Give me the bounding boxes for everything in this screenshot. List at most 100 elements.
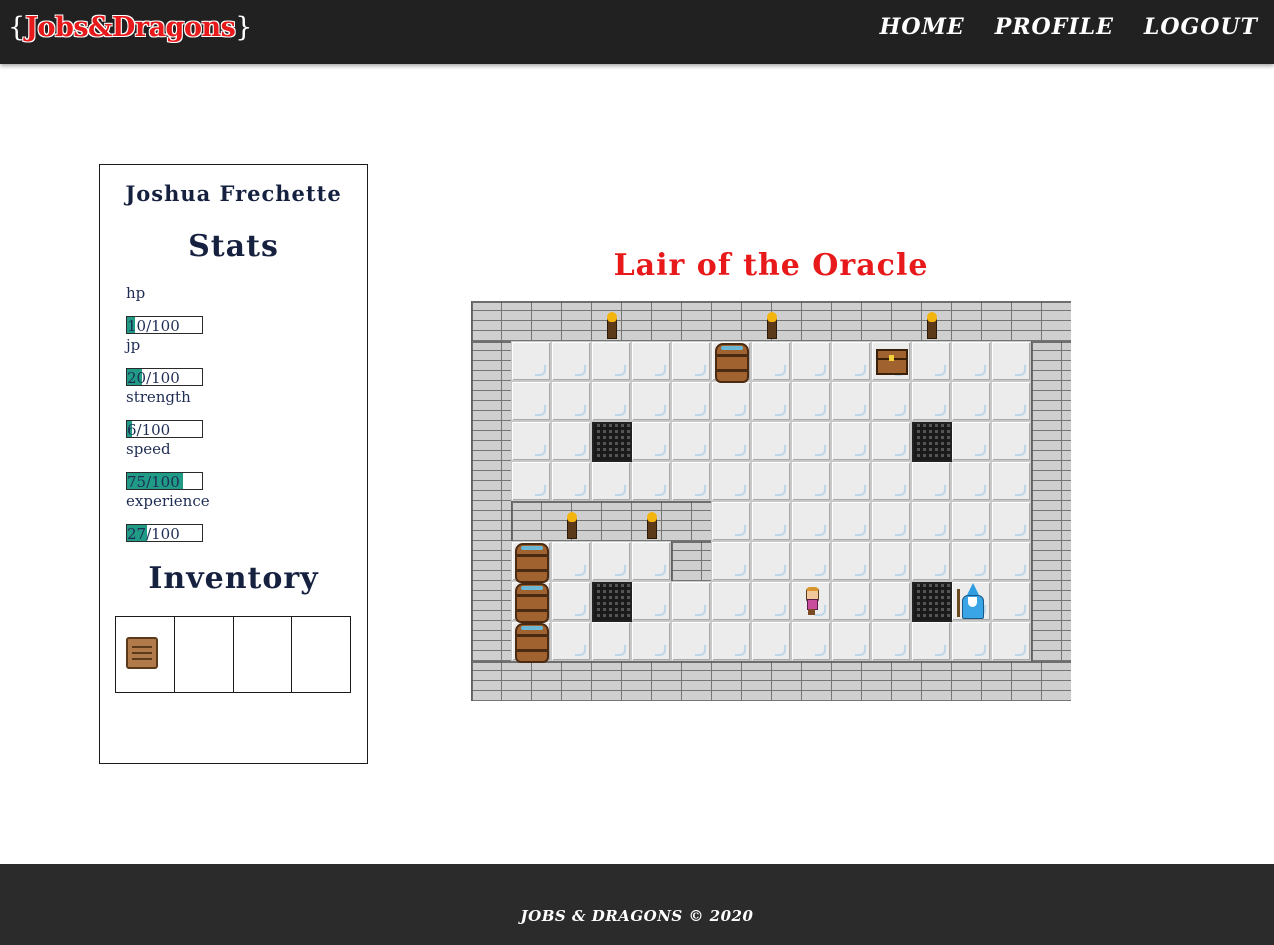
floor-tile[interactable] — [951, 421, 991, 461]
floor-tile[interactable] — [551, 381, 591, 421]
nav-profile-link[interactable]: PROFILE — [995, 14, 1114, 40]
floor-tile[interactable] — [871, 421, 911, 461]
floor-tile[interactable] — [791, 621, 831, 661]
floor-tile[interactable] — [551, 541, 591, 581]
floor-tile[interactable] — [711, 461, 751, 501]
floor-tile[interactable] — [831, 341, 871, 381]
floor-tile[interactable] — [751, 501, 791, 541]
floor-tile[interactable] — [631, 541, 671, 581]
floor-tile[interactable] — [791, 381, 831, 421]
floor-tile[interactable] — [511, 461, 551, 501]
floor-tile[interactable] — [911, 461, 951, 501]
floor-tile[interactable] — [831, 501, 871, 541]
player-character-icon[interactable] — [804, 587, 819, 615]
floor-tile[interactable] — [751, 381, 791, 421]
floor-tile[interactable] — [871, 541, 911, 581]
floor-tile[interactable] — [791, 341, 831, 381]
floor-tile[interactable] — [991, 541, 1031, 581]
floor-tile[interactable] — [911, 541, 951, 581]
floor-tile[interactable] — [791, 421, 831, 461]
barrel-icon[interactable] — [715, 343, 749, 383]
barrel-icon[interactable] — [515, 623, 549, 663]
floor-tile[interactable] — [551, 621, 591, 661]
floor-tile[interactable] — [751, 621, 791, 661]
floor-tile[interactable] — [671, 621, 711, 661]
floor-tile[interactable] — [751, 421, 791, 461]
floor-tile[interactable] — [831, 421, 871, 461]
floor-tile[interactable] — [791, 541, 831, 581]
floor-tile[interactable] — [871, 581, 911, 621]
floor-tile[interactable] — [591, 621, 631, 661]
floor-tile[interactable] — [871, 461, 911, 501]
floor-tile[interactable] — [671, 381, 711, 421]
floor-tile[interactable] — [591, 461, 631, 501]
floor-tile[interactable] — [551, 421, 591, 461]
floor-tile[interactable] — [951, 541, 991, 581]
floor-tile[interactable] — [831, 581, 871, 621]
floor-tile[interactable] — [911, 501, 951, 541]
floor-tile[interactable] — [831, 381, 871, 421]
floor-tile[interactable] — [631, 621, 671, 661]
floor-tile[interactable] — [991, 341, 1031, 381]
inventory-slot-4[interactable] — [292, 617, 350, 692]
floor-tile[interactable] — [551, 581, 591, 621]
floor-tile[interactable] — [591, 381, 631, 421]
floor-tile[interactable] — [631, 381, 671, 421]
floor-tile[interactable] — [671, 421, 711, 461]
floor-tile[interactable] — [711, 581, 751, 621]
floor-tile[interactable] — [831, 621, 871, 661]
floor-tile[interactable] — [591, 541, 631, 581]
floor-tile[interactable] — [751, 581, 791, 621]
barrel-icon[interactable] — [515, 583, 549, 623]
game-map[interactable] — [471, 301, 1071, 701]
floor-tile[interactable] — [631, 341, 671, 381]
floor-tile[interactable] — [831, 461, 871, 501]
floor-tile[interactable] — [711, 421, 751, 461]
floor-tile[interactable] — [671, 341, 711, 381]
barrel-icon[interactable] — [515, 543, 549, 583]
floor-tile[interactable] — [751, 461, 791, 501]
floor-tile[interactable] — [751, 341, 791, 381]
floor-tile[interactable] — [991, 461, 1031, 501]
nav-logout-link[interactable]: LOGOUT — [1144, 14, 1258, 40]
floor-tile[interactable] — [751, 541, 791, 581]
floor-tile[interactable] — [911, 621, 951, 661]
floor-tile[interactable] — [951, 501, 991, 541]
floor-tile[interactable] — [631, 461, 671, 501]
floor-tile[interactable] — [871, 381, 911, 421]
floor-tile[interactable] — [631, 421, 671, 461]
floor-tile[interactable] — [591, 341, 631, 381]
floor-tile[interactable] — [511, 341, 551, 381]
floor-tile[interactable] — [831, 541, 871, 581]
floor-tile[interactable] — [991, 421, 1031, 461]
scroll-icon[interactable] — [122, 633, 158, 669]
treasure-chest-icon[interactable] — [876, 349, 908, 375]
floor-tile[interactable] — [711, 621, 751, 661]
floor-tile[interactable] — [631, 581, 671, 621]
floor-tile[interactable] — [871, 501, 911, 541]
inventory-slot-1[interactable] — [116, 617, 175, 692]
floor-tile[interactable] — [791, 461, 831, 501]
inventory-slot-2[interactable] — [175, 617, 234, 692]
floor-tile[interactable] — [671, 581, 711, 621]
floor-tile[interactable] — [551, 341, 591, 381]
floor-tile[interactable] — [991, 581, 1031, 621]
floor-tile[interactable] — [511, 381, 551, 421]
floor-tile[interactable] — [671, 461, 711, 501]
floor-tile[interactable] — [911, 341, 951, 381]
floor-tile[interactable] — [551, 461, 591, 501]
floor-tile[interactable] — [991, 501, 1031, 541]
floor-tile[interactable] — [791, 501, 831, 541]
floor-tile[interactable] — [911, 381, 951, 421]
nav-home-link[interactable]: HOME — [880, 14, 965, 40]
floor-tile[interactable] — [951, 621, 991, 661]
floor-tile[interactable] — [991, 621, 1031, 661]
floor-tile[interactable] — [511, 421, 551, 461]
site-logo[interactable]: {Jobs&Dragons} — [8, 10, 252, 46]
floor-tile[interactable] — [951, 341, 991, 381]
floor-tile[interactable] — [711, 501, 751, 541]
inventory-slot-3[interactable] — [234, 617, 293, 692]
floor-tile[interactable] — [951, 381, 991, 421]
floor-tile[interactable] — [711, 541, 751, 581]
floor-tile[interactable] — [951, 461, 991, 501]
